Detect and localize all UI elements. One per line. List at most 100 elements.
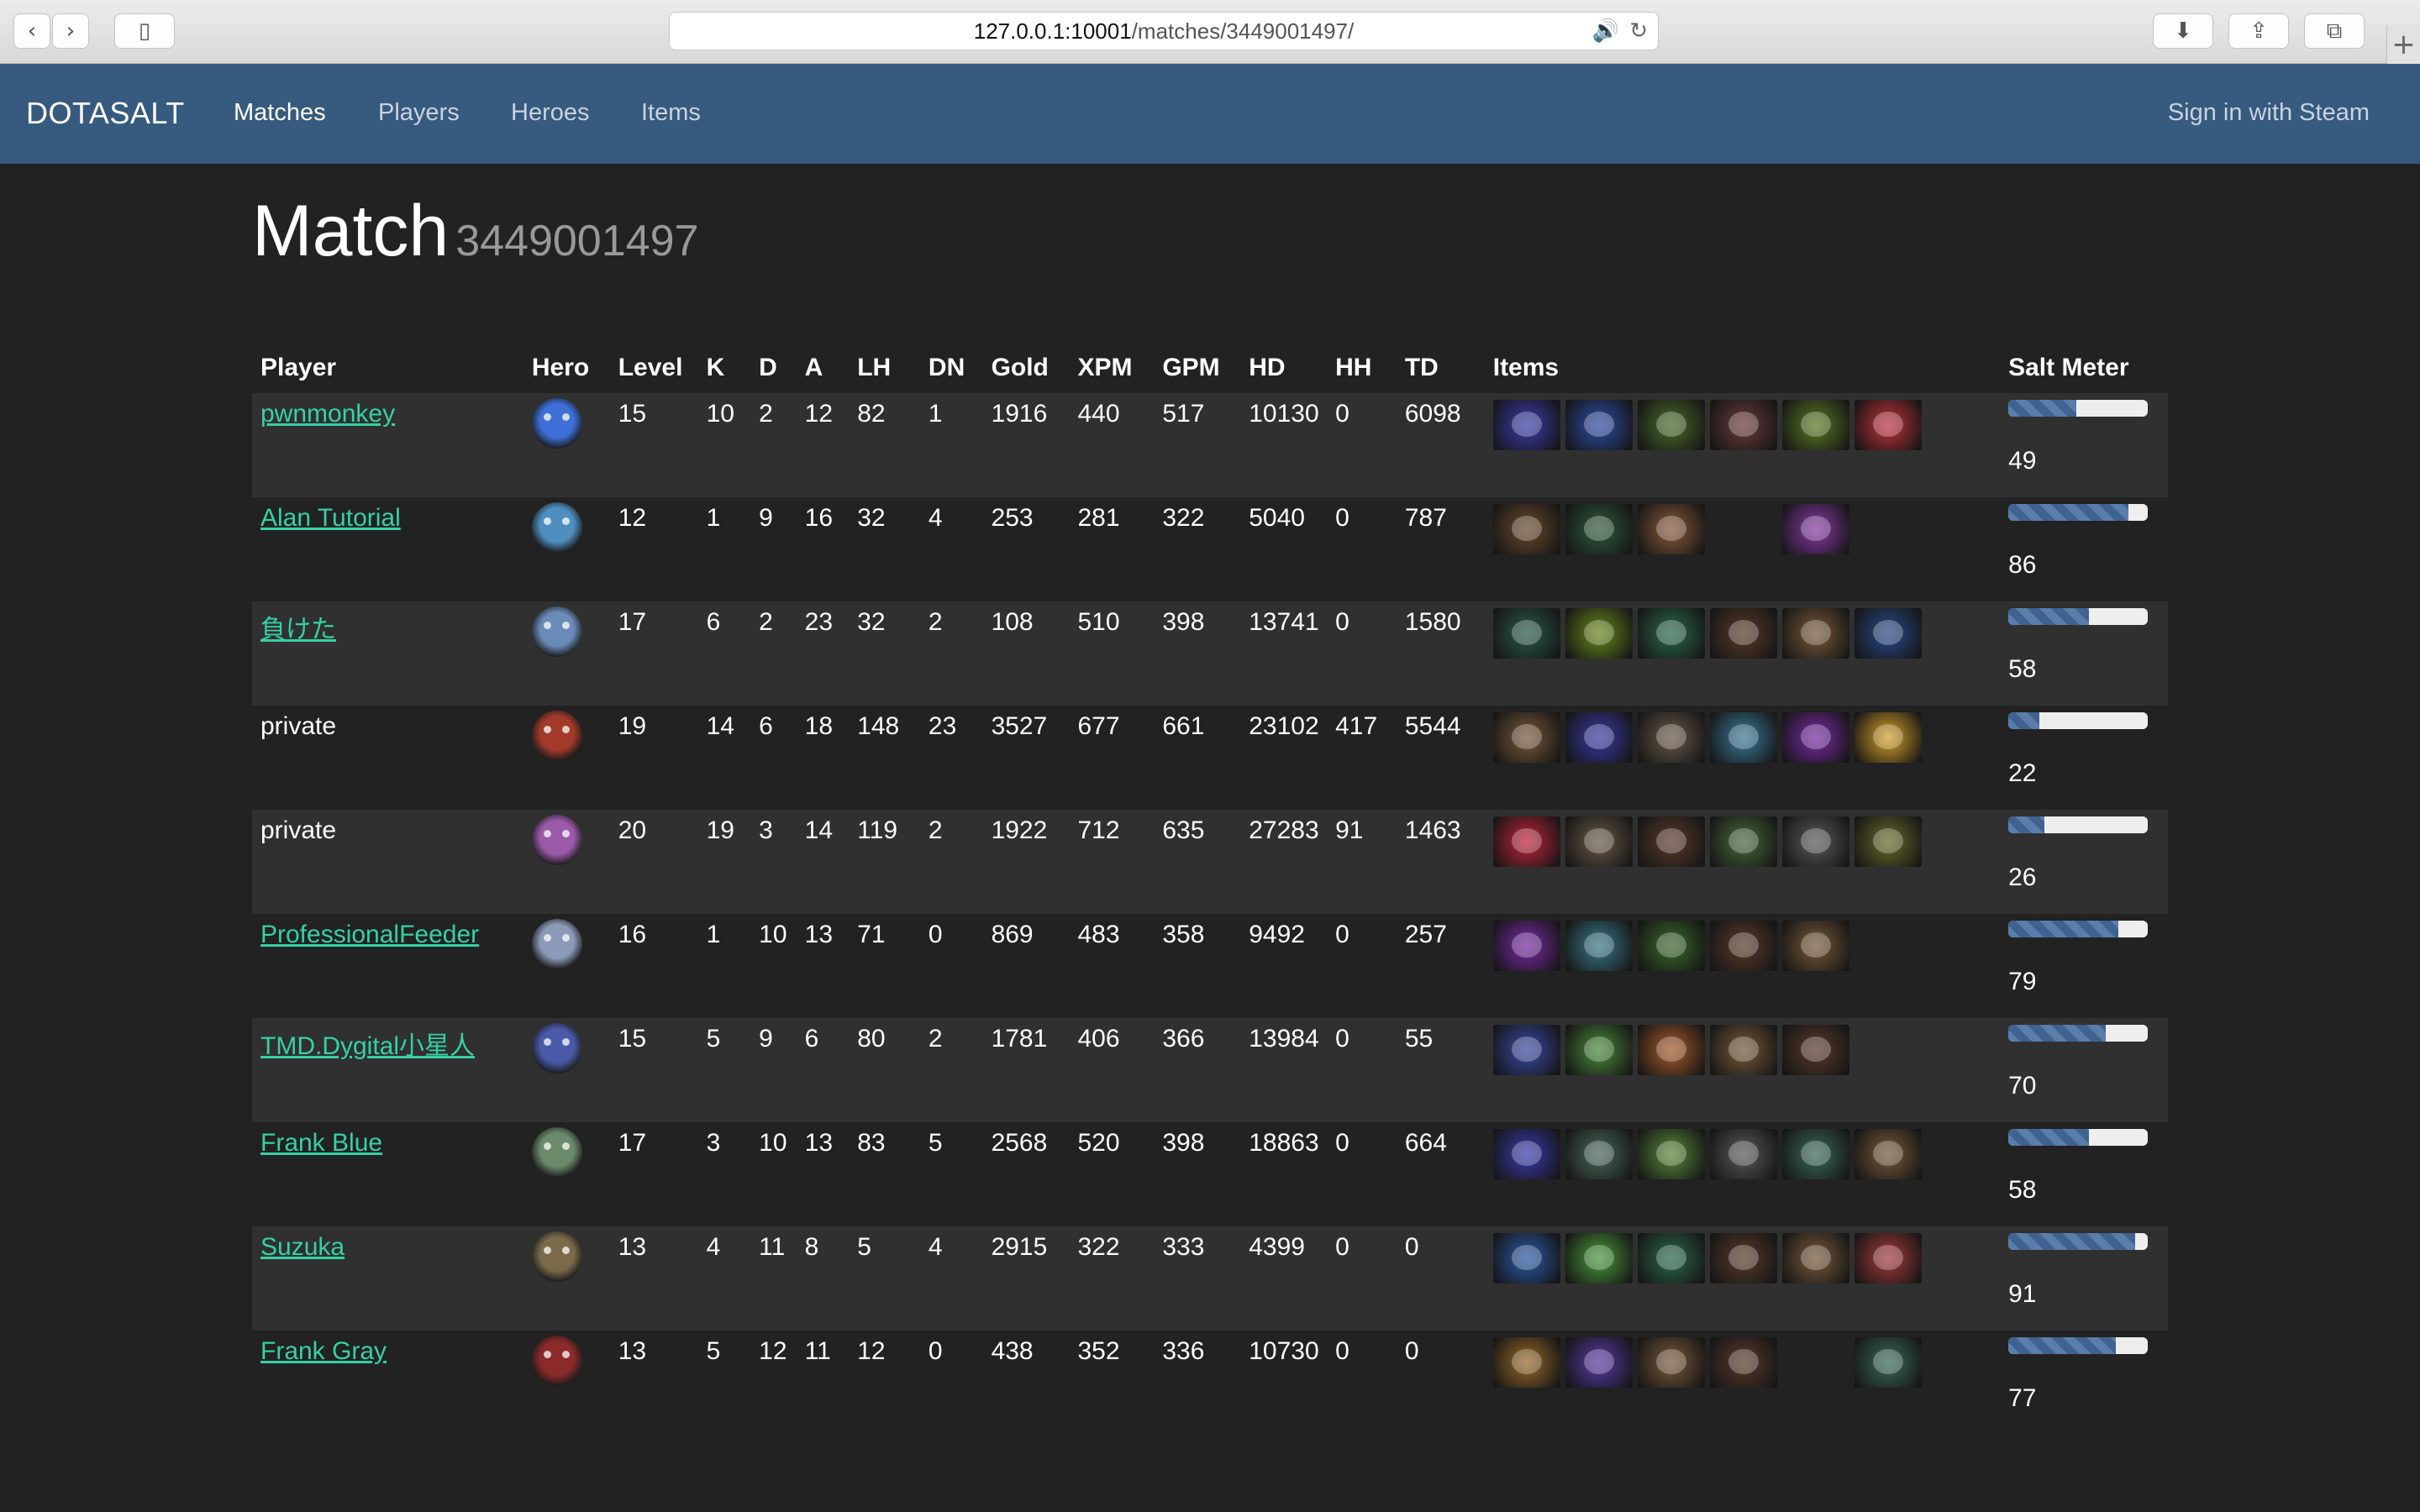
- hero-icon[interactable]: [531, 815, 582, 865]
- sidebar-toggle-button[interactable]: ▯: [114, 13, 175, 49]
- item-icon[interactable]: [1565, 1129, 1633, 1179]
- player-link[interactable]: TMD.Dygital小星人: [260, 1032, 475, 1060]
- item-icon[interactable]: [1565, 1233, 1633, 1284]
- player-link[interactable]: Alan Tutorial: [260, 504, 401, 532]
- item-icon[interactable]: [1492, 921, 1560, 971]
- item-icon[interactable]: [1565, 608, 1633, 659]
- item-icon[interactable]: [1709, 816, 1777, 867]
- player-cell: Suzuka: [252, 1226, 523, 1331]
- hero-icon[interactable]: [531, 502, 582, 553]
- item-icon[interactable]: [1709, 1129, 1777, 1179]
- salt-score: 77: [2008, 1384, 2037, 1412]
- hero-icon[interactable]: [531, 919, 582, 969]
- new-tab-button[interactable]: +: [2386, 25, 2420, 64]
- item-icon[interactable]: [1709, 1337, 1777, 1388]
- player-link[interactable]: Suzuka: [260, 1233, 345, 1261]
- item-icon[interactable]: [1709, 1025, 1777, 1075]
- stat-dn: 0: [928, 921, 943, 948]
- item-icon[interactable]: [1565, 504, 1633, 554]
- item-icon[interactable]: [1781, 1025, 1849, 1075]
- item-icon[interactable]: [1492, 1337, 1560, 1388]
- item-icon[interactable]: [1565, 712, 1633, 763]
- item-icon[interactable]: [1709, 608, 1777, 659]
- nav-matches[interactable]: Matches: [234, 99, 326, 127]
- item-icon[interactable]: [1492, 1233, 1560, 1284]
- stat-gpm: 333: [1162, 1233, 1205, 1261]
- player-link[interactable]: Frank Blue: [260, 1129, 382, 1157]
- item-icon[interactable]: [1637, 1233, 1705, 1284]
- player-link[interactable]: Frank Gray: [260, 1337, 387, 1365]
- downloads-button[interactable]: ⬇: [2153, 13, 2213, 49]
- item-icon[interactable]: [1781, 400, 1849, 450]
- item-icon[interactable]: [1565, 921, 1633, 971]
- item-icon[interactable]: [1565, 816, 1633, 867]
- item-icon[interactable]: [1781, 1233, 1849, 1284]
- tabs-button[interactable]: ⧉: [2304, 13, 2365, 49]
- hero-icon[interactable]: [531, 711, 582, 761]
- hero-icon[interactable]: [531, 1336, 582, 1386]
- stat-td: 664: [1404, 1129, 1447, 1157]
- hero-icon[interactable]: [531, 1127, 582, 1178]
- item-icon[interactable]: [1709, 1233, 1777, 1284]
- address-bar[interactable]: 127.0.0.1:10001/matches/3449001497/ 🔊 ↻: [669, 12, 1659, 50]
- table-row: Frank Gray 13 5 12 11 12 0 438 352 336 10730 0 0 77: [252, 1331, 2168, 1435]
- item-icon[interactable]: [1637, 608, 1705, 659]
- item-icon[interactable]: [1492, 608, 1560, 659]
- item-icon[interactable]: [1637, 712, 1705, 763]
- item-icon[interactable]: [1781, 921, 1849, 971]
- item-icon[interactable]: [1781, 712, 1849, 763]
- item-icon[interactable]: [1637, 400, 1705, 450]
- item-icon[interactable]: [1854, 1337, 1922, 1388]
- hero-icon[interactable]: [531, 398, 582, 449]
- item-icon[interactable]: [1492, 712, 1560, 763]
- item-icon[interactable]: [1709, 921, 1777, 971]
- nav-heroes[interactable]: Heroes: [511, 99, 590, 127]
- item-icon[interactable]: [1637, 1129, 1705, 1179]
- item-icon[interactable]: [1781, 1129, 1849, 1179]
- item-icon[interactable]: [1492, 816, 1560, 867]
- back-button[interactable]: ‹: [13, 13, 50, 49]
- item-icon[interactable]: [1854, 400, 1922, 450]
- item-icon[interactable]: [1854, 1233, 1922, 1284]
- item-icon[interactable]: [1637, 921, 1705, 971]
- stat-k: 19: [706, 816, 734, 844]
- item-icon[interactable]: [1637, 816, 1705, 867]
- player-link[interactable]: pwnmonkey: [260, 400, 395, 428]
- player-link[interactable]: 負けた: [260, 616, 336, 643]
- item-icon[interactable]: [1709, 400, 1777, 450]
- speaker-icon[interactable]: 🔊: [1592, 18, 1619, 44]
- item-icon[interactable]: [1492, 400, 1560, 450]
- share-button[interactable]: ⇪: [2228, 13, 2289, 49]
- hero-cell: [523, 914, 610, 1018]
- brand-logo[interactable]: DOTASALT: [26, 96, 185, 131]
- forward-button[interactable]: ›: [52, 13, 89, 49]
- player-link[interactable]: ProfessionalFeeder: [260, 921, 479, 948]
- item-icon[interactable]: [1492, 1025, 1560, 1075]
- item-icon[interactable]: [1565, 1337, 1633, 1388]
- item-icon[interactable]: [1854, 712, 1922, 763]
- item-icon[interactable]: [1709, 712, 1777, 763]
- item-icon[interactable]: [1565, 1025, 1633, 1075]
- item-icon[interactable]: [1637, 1337, 1705, 1388]
- table-header-row: Player Hero Level K D A LH DN Gold XPM GPM HD HH TD It…: [252, 343, 2168, 393]
- item-icon[interactable]: [1781, 816, 1849, 867]
- nav-items[interactable]: Items: [641, 99, 701, 127]
- hero-icon[interactable]: [531, 1023, 582, 1074]
- chevron-left-icon: ‹: [27, 18, 37, 44]
- item-icon[interactable]: [1492, 504, 1560, 554]
- item-icon[interactable]: [1854, 1129, 1922, 1179]
- item-icon[interactable]: [1854, 816, 1922, 867]
- item-icon[interactable]: [1637, 504, 1705, 554]
- nav-players[interactable]: Players: [378, 99, 460, 127]
- sign-in-with-steam-link[interactable]: Sign in with Steam: [2168, 99, 2370, 127]
- item-icon[interactable]: [1781, 608, 1849, 659]
- hero-icon[interactable]: [531, 606, 582, 657]
- reload-icon[interactable]: ↻: [1629, 18, 1648, 44]
- item-icon[interactable]: [1854, 608, 1922, 659]
- item-icon[interactable]: [1492, 1129, 1560, 1179]
- item-icon[interactable]: [1565, 400, 1633, 450]
- item-icon[interactable]: [1637, 1025, 1705, 1075]
- hero-icon[interactable]: [531, 1231, 582, 1282]
- table-row: Suzuka 13 4 11 8 5 4 2915 322 333 4399 0 0 91: [252, 1226, 2168, 1331]
- item-icon[interactable]: [1781, 504, 1849, 554]
